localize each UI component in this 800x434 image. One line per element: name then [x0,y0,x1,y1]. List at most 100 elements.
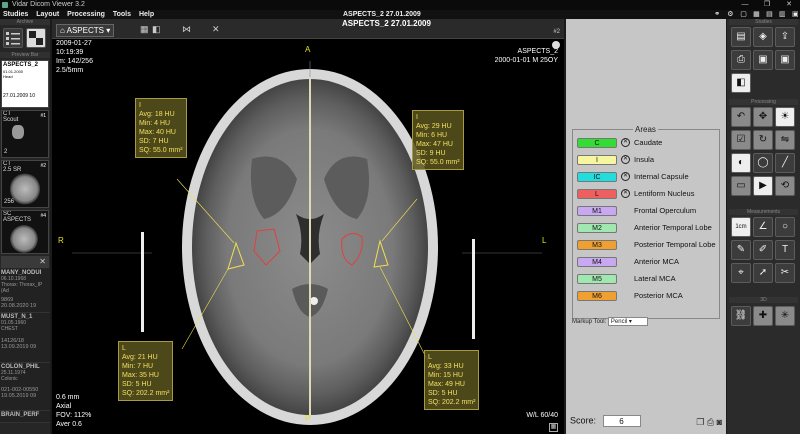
layout-1x1-icon[interactable]: ▢ [737,10,748,19]
close-button[interactable]: ✕ [778,0,800,10]
flip-h-icon[interactable]: ⇋ [775,130,795,150]
ruler-icon[interactable]: 1cm [731,217,751,237]
studies-tools-label: Studies [729,19,798,25]
area-row-insula[interactable]: I ✕ Insula [577,155,721,166]
grid-layout-icon[interactable]: ▦ [140,24,149,35]
menu-layout[interactable]: Layout [33,10,62,19]
area-pill[interactable]: C [577,138,617,148]
minimize-button[interactable]: — [734,0,756,10]
remove-icon[interactable]: ✕ [621,189,630,198]
print-icon[interactable]: ⎙ [731,50,751,70]
save-as-icon[interactable]: ▣ [775,50,795,70]
area-row-lentiform[interactable]: L ✕ Lentiform Nucleus [577,189,721,200]
pencil-icon[interactable]: ✎ [731,240,751,260]
corner-toggle-icon[interactable]: ▦ [549,423,558,432]
area-pill[interactable]: M2 [577,223,617,233]
line-icon[interactable]: ╱ [775,153,795,173]
freehand-icon[interactable]: ✐ [753,240,773,260]
cine-icon[interactable]: ▶ [753,176,773,196]
area-row-m5[interactable]: M5 Lateral MCA [577,274,721,285]
series-thumb-2[interactable]: CT 2.5 SR #2 256 [1,160,49,208]
import-disc-icon[interactable]: ◈ [753,27,773,47]
study-item[interactable]: COLON_PHIL 25.11.1974 Colonic 021-002-00… [0,363,50,411]
copy-icon[interactable]: ❐ [696,417,704,427]
menu-tools[interactable]: Tools [110,10,134,19]
study-item[interactable]: MANY_NODUI 06.10.1968 Thorax: Thorax_IP … [0,269,50,313]
invert-icon[interactable]: ◐ [731,153,751,173]
menu-bar: Studies Layout Processing Tools Help ASP… [0,10,800,19]
open-folder-icon[interactable]: ▤ [731,27,751,47]
layout-cols-icon[interactable]: ▥ [776,10,787,19]
pan-icon[interactable]: ✥ [753,107,773,127]
image-viewer[interactable]: ⌂ ASPECTS ▾ ▦ ◧ ⋈ ✕ ASPECTS_2 27.01.2009… [52,19,564,434]
roi-area: SQ: 202.2 mm² [122,390,170,397]
study-item[interactable]: BRAIN_PERF [0,411,50,423]
area-row-m3[interactable]: M3 Posterior Temporal Lobe [577,240,721,251]
series-thumb-3[interactable]: SC ASPECTS #4 [1,210,49,254]
split-layout-icon[interactable]: ◧ [152,24,161,35]
text-icon[interactable]: T [775,240,795,260]
select-icon[interactable]: ☑ [731,130,751,150]
score-field[interactable]: 6 [602,415,641,427]
study-card[interactable]: ASPECTS_2 01.01.2000 Head 27.01.2009 10 [1,60,49,108]
undo-icon[interactable]: ↶ [731,107,751,127]
series-thumb-1[interactable]: CT Scout #1 2 [1,110,49,158]
crosshair-icon[interactable]: ✚ [753,306,773,326]
probe-icon[interactable]: ⌖ [731,263,751,283]
area-pill[interactable]: M5 [577,274,617,284]
expand-icon[interactable]: ✕ [39,257,46,266]
flip-icon[interactable]: ⋈ [182,24,191,35]
print-icon[interactable]: ⎙ [707,417,714,427]
mpr-icon[interactable]: ⛓ [731,306,751,326]
area-row-m2[interactable]: M2 Anterior Temporal Lobe [577,223,721,234]
study-item[interactable]: MUST_N_1 01.05.1960 CHEST 14126/18 13.09… [0,313,50,363]
layout-rows-icon[interactable]: ▣ [789,10,800,19]
roi-min: Min: 7 HU [122,363,154,370]
thumb-search-bar[interactable]: ✕ [1,256,49,268]
menu-studies[interactable]: Studies [0,10,31,19]
reset-icon[interactable]: ⟲ [775,176,795,196]
camera-icon[interactable]: ◙ [717,417,722,427]
link-icon[interactable]: ⚭ [711,10,722,19]
layout-2x2-icon[interactable]: ▤ [763,10,774,19]
remove-icon[interactable]: ✕ [621,155,630,164]
study-date: 13.09.2019 09 [1,344,37,350]
area-row-m1[interactable]: M1 Frontal Operculum [577,206,721,217]
area-row-m4[interactable]: M4 Anterior MCA [577,257,721,268]
area-pill[interactable]: IC [577,172,617,182]
crop-icon[interactable]: ▭ [731,176,751,196]
circle-roi-icon[interactable]: ○ [775,217,795,237]
save-disk-icon[interactable]: ▣ [753,50,773,70]
rotate-icon[interactable]: ↻ [753,130,773,150]
settings-icon[interactable]: ⚙ [724,10,735,19]
area-pill[interactable]: M4 [577,257,617,267]
area-pill[interactable]: I [577,155,617,165]
maximize-button[interactable]: ❐ [756,0,778,10]
angle-icon[interactable]: ∠ [753,217,773,237]
arrow-icon[interactable]: ➚ [753,263,773,283]
markup-tool-select[interactable]: Pencil ▾ [607,317,648,326]
area-pill[interactable]: M1 [577,206,617,216]
area-row-caudate[interactable]: C ✕ Caudate [577,138,721,149]
series-selector[interactable]: ⌂ ASPECTS ▾ [56,24,115,37]
remove-icon[interactable]: ✕ [621,138,630,147]
anonymize-icon[interactable]: ◧ [731,73,751,93]
area-row-m6[interactable]: M6 Posterior MCA [577,291,721,302]
volume-icon[interactable]: ✳ [775,306,795,326]
area-pill[interactable]: L [577,189,617,199]
brightness-icon[interactable]: ☀ [775,107,795,127]
menu-help[interactable]: Help [136,10,157,19]
menu-processing[interactable]: Processing [64,10,108,19]
remove-icon[interactable]: ✕ [621,172,630,181]
sync-icon[interactable]: ✕ [212,24,220,35]
area-row-internal-capsule[interactable]: IC ✕ Internal Capsule [577,172,721,183]
export-icon[interactable]: ⇪ [775,27,795,47]
scale-bar-left [141,232,144,332]
ellipse-icon[interactable]: ◯ [753,153,773,173]
layout-grid-icon[interactable]: ▦ [750,10,761,19]
study-list-button[interactable] [3,28,23,48]
delete-icon[interactable]: ✂ [775,263,795,283]
area-pill[interactable]: M6 [577,291,617,301]
preview-toggle-button[interactable] [26,28,46,48]
area-pill[interactable]: M3 [577,240,617,250]
